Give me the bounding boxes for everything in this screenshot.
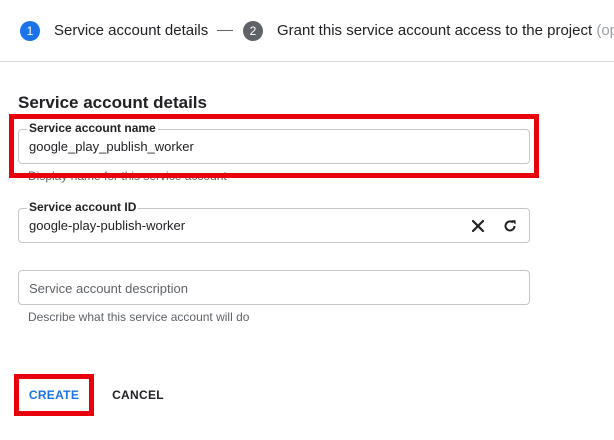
step-1-badge[interactable]: 1 bbox=[20, 21, 40, 41]
step-2-optional: (op bbox=[596, 22, 614, 39]
step-1-label[interactable]: Service account details bbox=[54, 21, 208, 41]
service-account-id-input[interactable]: google-play-publish-worker bbox=[29, 218, 185, 234]
service-account-id-label: Service account ID bbox=[27, 200, 139, 214]
step-separator bbox=[217, 30, 233, 31]
stepper: 1 Service account details 2 Grant this s… bbox=[0, 0, 614, 62]
step-2-label[interactable]: Grant this service account access to the… bbox=[277, 21, 614, 41]
step-2-badge[interactable]: 2 bbox=[243, 21, 263, 41]
step-2-text[interactable]: Grant this service account access to the… bbox=[277, 22, 592, 39]
service-account-description-input[interactable]: Service account description bbox=[29, 281, 188, 297]
service-account-description-field[interactable]: Service account description bbox=[18, 270, 530, 305]
close-icon[interactable] bbox=[469, 217, 487, 235]
highlight-box-name-field bbox=[9, 114, 539, 178]
section-title: Service account details bbox=[18, 93, 207, 112]
highlight-box-create-button bbox=[14, 374, 94, 416]
service-account-description-hint: Describe what this service account will … bbox=[28, 310, 250, 324]
refresh-icon[interactable] bbox=[501, 217, 519, 235]
service-account-id-field[interactable]: Service account ID google-play-publish-w… bbox=[18, 200, 530, 243]
cancel-button[interactable]: CANCEL bbox=[104, 383, 172, 407]
